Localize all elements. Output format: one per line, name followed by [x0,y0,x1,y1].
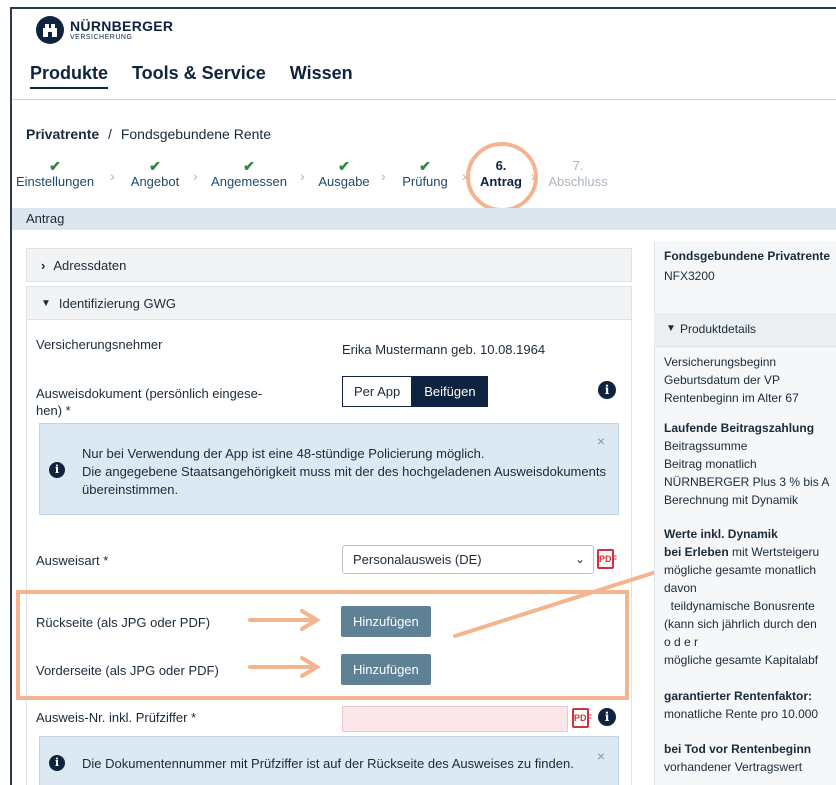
values-title: Werte inkl. Dynamik [664,527,778,541]
product-details-title: Produktdetails [680,322,757,336]
detail-line: mögliche gesamte Kapitalabf [664,653,819,667]
detail-line: NÜRNBERGER Plus 3 % bis A [664,475,830,489]
death-title: bei Tod vor Rentenbeginn [664,742,812,756]
values-subtitle: bei Erleben [664,545,729,559]
product-details-list: Versicherungsbeginn Geburtsdatum der VP … [664,353,799,407]
detail-line: monatliche Rente pro 10.000 [664,707,819,721]
detail-line: Rentenbeginn im Alter 67 [664,391,799,405]
chevron-down-icon: ▼ [666,323,676,334]
values-subtitle-rest: mit Wertsteigeru [728,545,820,559]
detail-line: mögliche gesamte monatlich [664,563,817,577]
detail-line: Berechnung mit Dynamik [664,493,799,507]
death-section: bei Tod vor Rentenbeginn vorhandener Ver… [664,740,811,776]
detail-line: teildynamische Bonusrente [664,599,815,613]
detail-line: o d e r [664,635,699,649]
product-title-text: Fondsgebundene Privatrente [664,249,831,263]
id-number-input[interactable] [342,706,568,732]
app-frame: NÜRNBERGER VERSICHERUNG Produkte Tools &… [10,7,836,785]
detail-line: Beitrag monatlich [664,457,757,471]
close-icon[interactable]: × [597,747,605,765]
detail-line: Geburtsdatum der VP [664,373,781,387]
detail-line: vorhandener Vertragswert [664,760,803,774]
id-number-label: Ausweis-Nr. inkl. Prüfziffer * [36,710,197,725]
detail-line: davon [664,581,697,595]
product-details-header[interactable]: ▼ Produktdetails [654,313,836,347]
info-icon[interactable]: i [598,708,616,726]
document-number-note: i Die Dokumentennummer mit Prüfziffer is… [39,736,619,785]
detail-line: Versicherungsbeginn [664,355,777,369]
product-code: NFX3200 [664,269,715,283]
factor-section: garantierter Rentenfaktor: monatliche Re… [664,687,818,723]
detail-line: (kann sich jährlich durch den [664,617,817,631]
factor-title: garantierter Rentenfaktor: [664,689,813,703]
info-icon: i [49,755,65,771]
note-text: Die Dokumentennummer mit Prüfziffer ist … [82,756,574,771]
contribution-section: Laufende Beitragszahlung Beitragssumme B… [664,419,829,509]
pdf-icon[interactable]: PDF [572,708,592,728]
contribution-title: Laufende Beitragszahlung [664,421,815,435]
detail-line: Beitragssumme [664,439,748,453]
product-title: Fondsgebundene Privatrente [664,247,830,265]
values-section: Werte inkl. Dynamik bei Erleben mit Wert… [664,525,819,669]
